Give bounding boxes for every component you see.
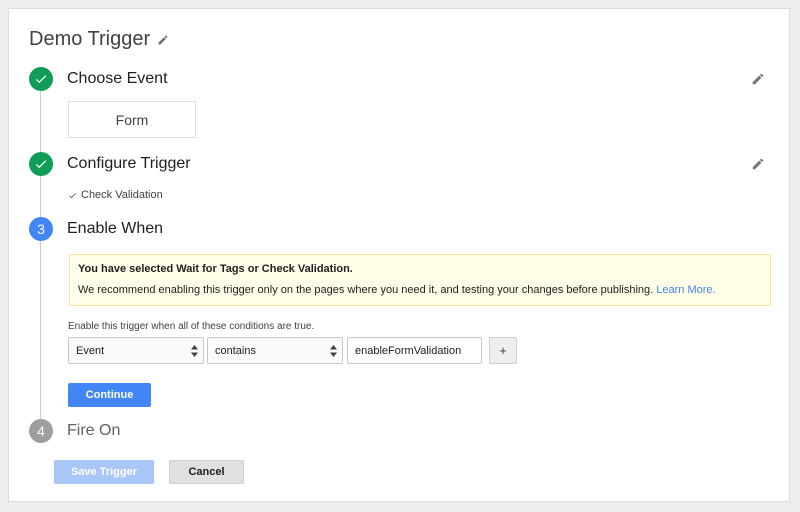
trigger-title-text: Demo Trigger [29, 28, 151, 50]
step-4-badge: 4 [29, 419, 53, 443]
pencil-icon[interactable] [157, 34, 169, 46]
selected-event-box[interactable]: Form [68, 101, 196, 138]
select-arrows-icon [330, 345, 337, 357]
condition-operator-select[interactable]: contains [207, 337, 343, 364]
condition-variable-value: Event [76, 344, 105, 357]
warning-body-text: We recommend enabling this trigger only … [78, 284, 654, 296]
add-condition-button[interactable]: + [489, 337, 517, 364]
checkmark-icon [35, 75, 47, 84]
condition-variable-select[interactable]: Event [68, 337, 204, 364]
step-3-number: 3 [37, 221, 45, 237]
step-2-done-badge [29, 152, 53, 176]
small-check-icon [69, 192, 76, 198]
step-4-number: 4 [37, 423, 45, 439]
configure-trigger-summary: Check Validation [68, 189, 163, 201]
step-3-badge: 3 [29, 217, 53, 241]
select-arrows-icon [191, 345, 198, 357]
save-trigger-button[interactable]: Save Trigger [54, 460, 154, 484]
conditions-label: Enable this trigger when all of these co… [68, 321, 315, 332]
wait-for-tags-warning: You have selected Wait for Tags or Check… [69, 254, 771, 306]
steps-timeline [40, 89, 41, 434]
step-title-fire-on: Fire On [67, 422, 121, 439]
condition-operator-value: contains [215, 344, 256, 357]
warning-body: We recommend enabling this trigger only … [78, 284, 762, 296]
cancel-button[interactable]: Cancel [169, 460, 244, 484]
step-title-configure-trigger: Configure Trigger [67, 155, 191, 172]
warning-title: You have selected Wait for Tags or Check… [78, 263, 353, 275]
edit-configure-trigger-pencil-icon[interactable] [751, 157, 765, 171]
learn-more-link[interactable]: Learn More. [656, 284, 715, 296]
continue-button[interactable]: Continue [68, 383, 151, 407]
checkmark-icon [35, 160, 47, 169]
trigger-editor-card: Demo Trigger Choose Event Form Configure… [8, 8, 790, 502]
trigger-title[interactable]: Demo Trigger [29, 28, 169, 51]
selected-event-label: Form [115, 111, 149, 128]
step-1-done-badge [29, 67, 53, 91]
edit-choose-event-pencil-icon[interactable] [751, 72, 765, 86]
step-title-enable-when: Enable When [67, 220, 164, 237]
step-title-choose-event: Choose Event [67, 70, 168, 87]
configure-trigger-summary-text: Check Validation [81, 189, 163, 201]
condition-value-input[interactable] [347, 337, 482, 364]
